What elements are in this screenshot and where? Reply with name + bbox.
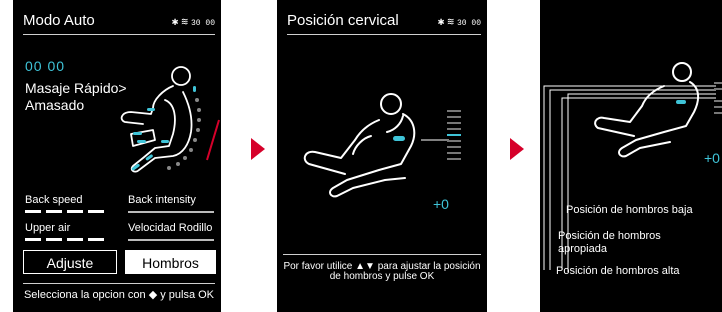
screen-title: Posición cervical [287, 12, 399, 29]
bluetooth-icon: ✱ [171, 17, 179, 29]
upper-air-level [25, 238, 104, 241]
shoulder-position-scale [447, 110, 461, 170]
status-area: ✱ ≋ 30 00 [438, 12, 481, 35]
header: Modo Auto ✱ ≋ 30 00 [23, 10, 215, 35]
back-intensity-bar [128, 211, 214, 213]
screen-title: Modo Auto [23, 12, 95, 29]
status-timer: 30 00 [190, 19, 215, 28]
next-arrow-icon [251, 138, 265, 160]
session-timer: 00 00 [25, 58, 66, 74]
back-speed-label: Back speed [25, 194, 83, 206]
back-intensity-control[interactable]: Back intensity [128, 194, 214, 213]
auto-mode-screen: Modo Auto ✱ ≋ 30 00 00 00 Masaje Rápido> A… [13, 0, 221, 312]
next-arrow-icon [510, 138, 524, 160]
heat-icon: ≋ [181, 17, 188, 29]
adjust-button[interactable]: Adjuste [23, 250, 117, 274]
roller-speed-label: Velocidad Rodillo [128, 222, 213, 234]
upper-air-control[interactable]: Upper air [25, 222, 111, 241]
shoulders-button[interactable]: Hombros [125, 250, 216, 274]
back-speed-control[interactable]: Back speed [25, 194, 111, 213]
bluetooth-icon: ✱ [437, 17, 445, 29]
upper-air-label: Upper air [25, 222, 71, 234]
header: Posición cervical ✱ ≋ 30 00 [287, 10, 481, 35]
shoulder-position-low-label: Posición de hombros baja [566, 204, 693, 216]
cervical-position-screen: Posición cervical ✱ ≋ 30 00 +0 Por favor u… [277, 0, 487, 312]
shoulder-position-diagram: +0 Posición de hombros baja Posición de … [540, 0, 722, 312]
instruction-hint: Selecciona la opcion con ◆ y pulsa OK [23, 283, 215, 301]
shoulder-position-high-label: Posición de hombros alta [556, 265, 680, 277]
offset-value: +0 [433, 196, 449, 212]
body-figure-icon [120, 66, 220, 173]
offset-value: +0 [704, 150, 720, 166]
roller-speed-bar [128, 239, 214, 241]
back-speed-level [25, 210, 104, 213]
instruction-hint: Por favor utilice ▲▼ para ajustar la pos… [283, 254, 481, 282]
status-timer: 30 00 [456, 19, 481, 28]
status-area: ✱ ≋ 30 00 [172, 12, 215, 35]
back-intensity-label: Back intensity [128, 194, 196, 206]
shoulder-position-appropriate-label: Posición de hombros apropiada [558, 230, 661, 255]
roller-speed-control[interactable]: Velocidad Rodillo [128, 222, 214, 241]
heat-icon: ≋ [447, 17, 454, 29]
